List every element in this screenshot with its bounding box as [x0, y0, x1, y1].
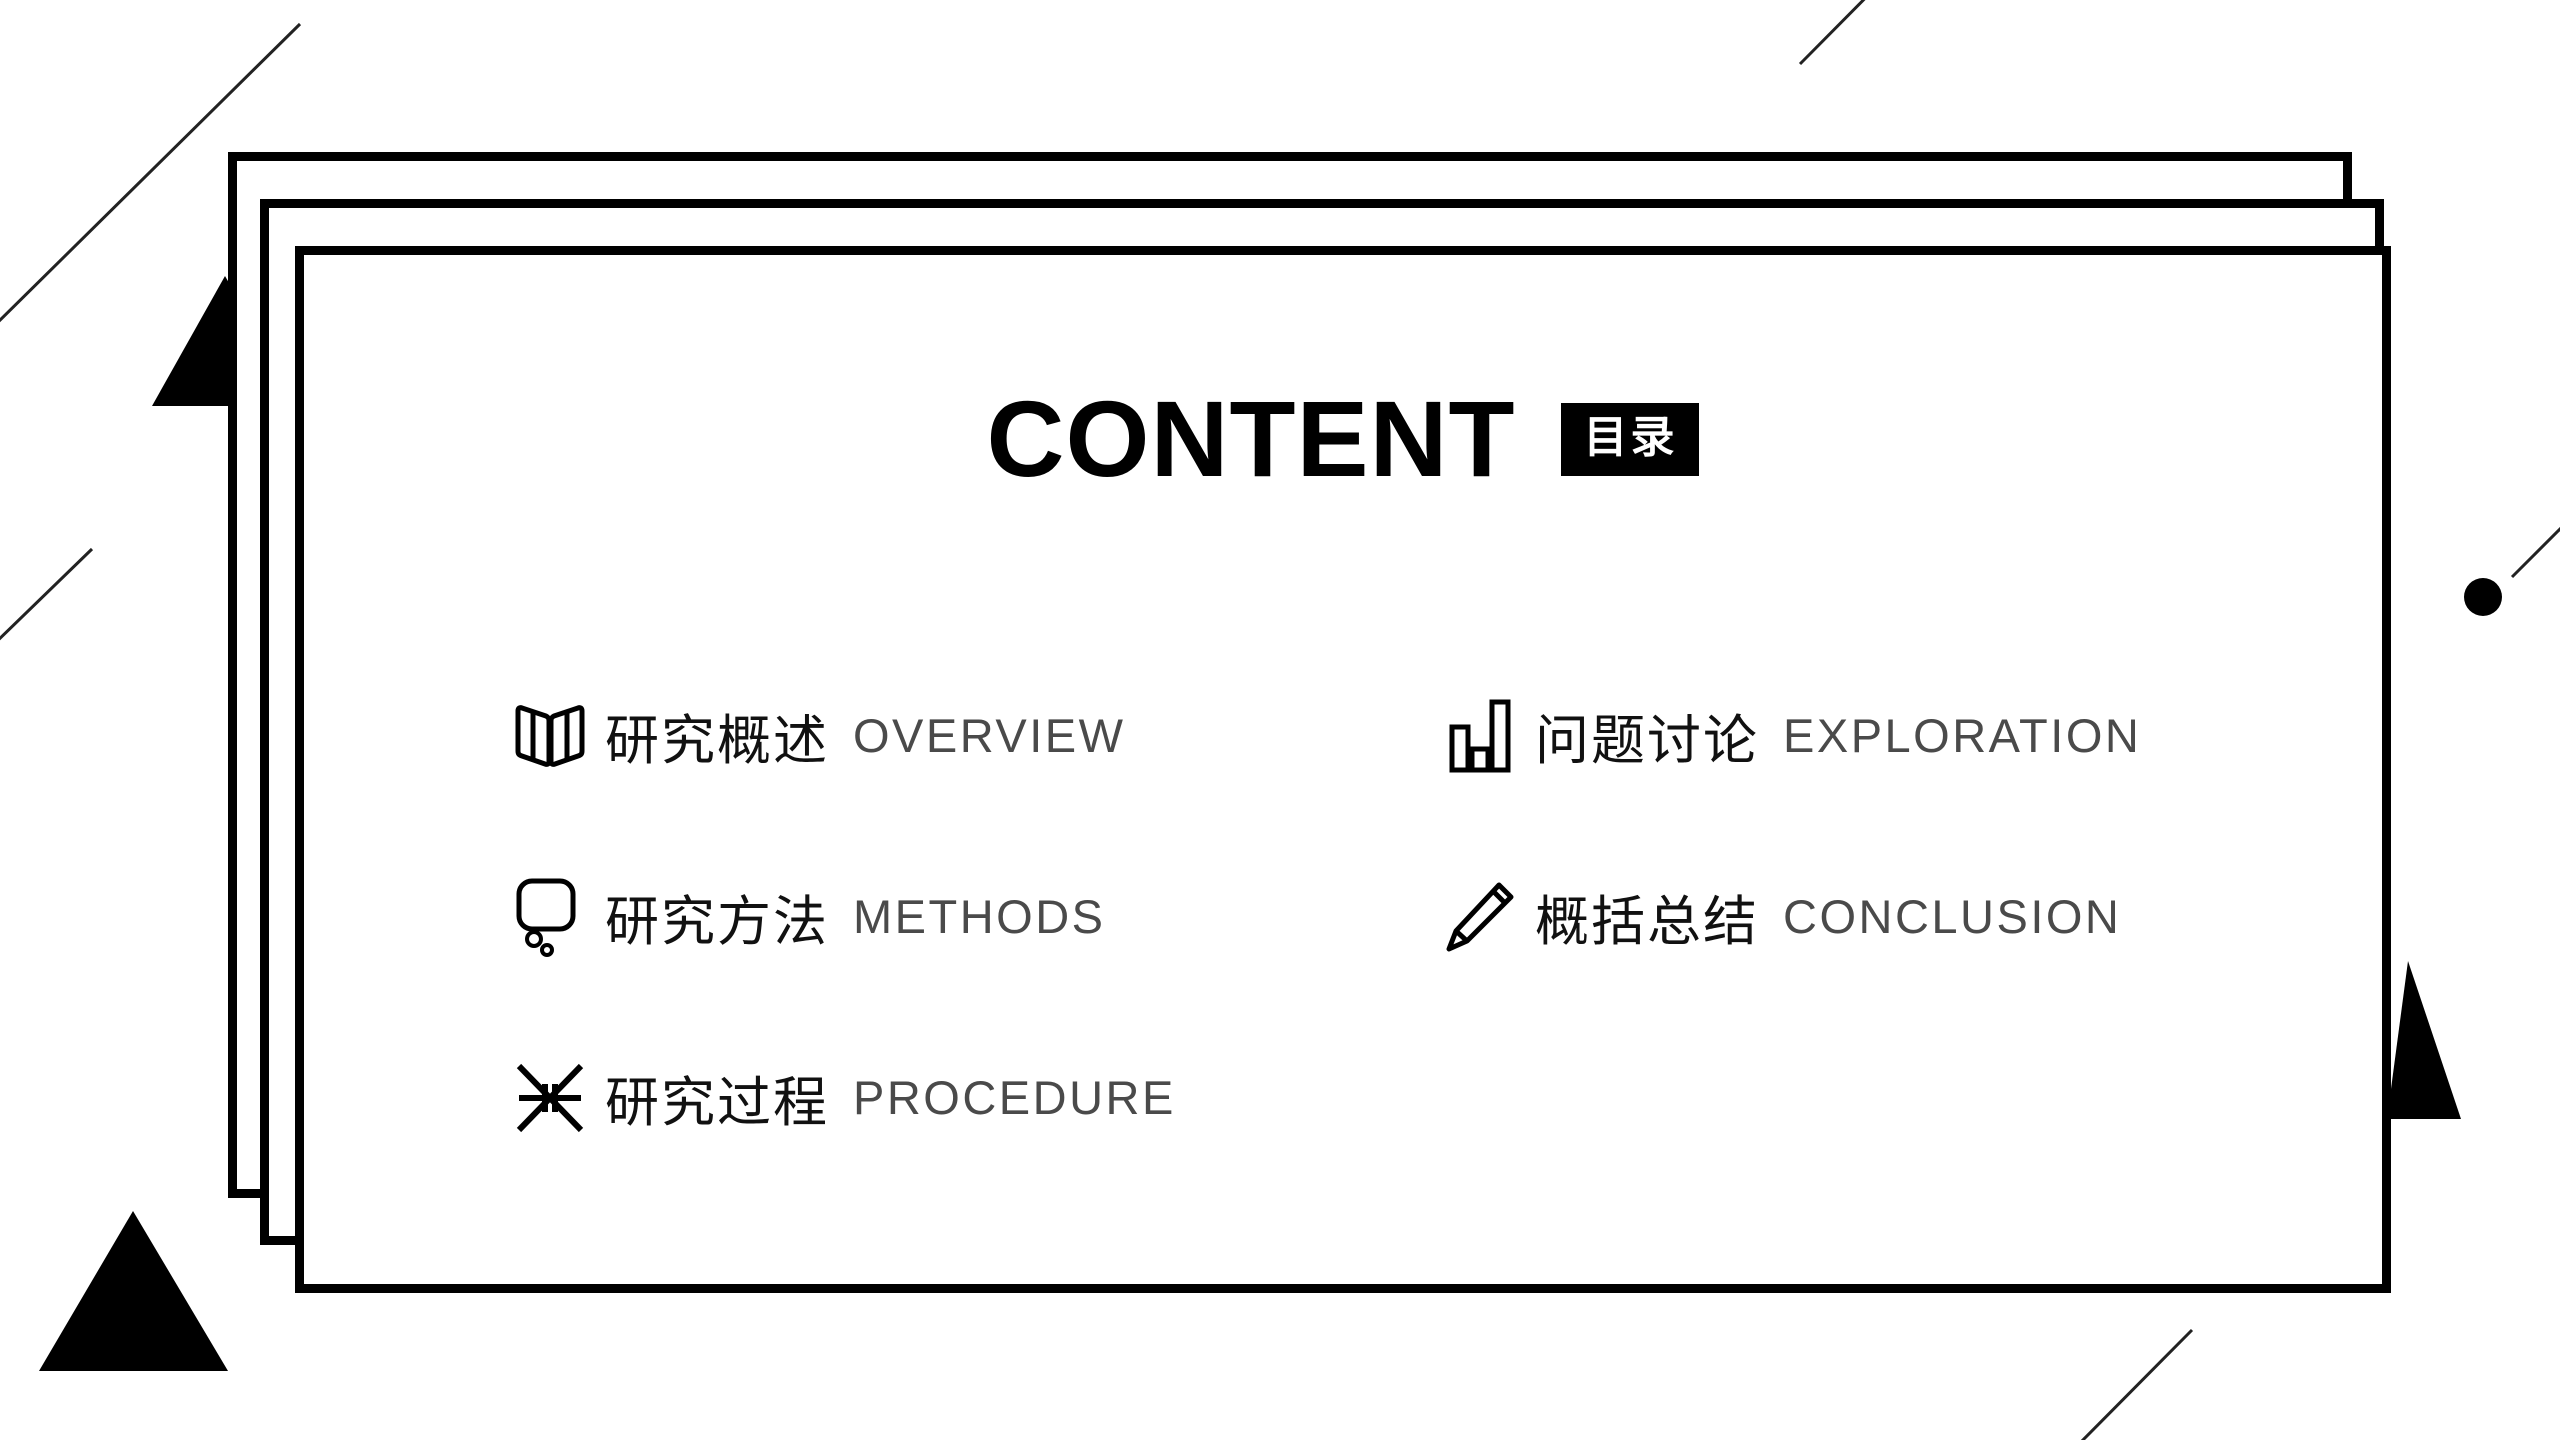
table-of-contents: 研究概述 OVERVIEW 问题讨论 EXPLORATION 研究方法 METH…: [504, 645, 2304, 1188]
bar-chart-icon: [1434, 696, 1526, 776]
diagonal-line-top-right: [1798, 0, 1866, 66]
title-badge: 目录: [1561, 402, 1700, 476]
toc-label-cn: 研究方法: [605, 892, 829, 952]
triangle-right: [2387, 961, 2461, 1119]
diagonal-line-left: [0, 547, 94, 641]
diagonal-line-bottom-right: [2080, 1328, 2194, 1440]
pencil-icon: [1434, 877, 1526, 957]
toc-item-overview[interactable]: 研究概述 OVERVIEW: [504, 645, 1374, 826]
toc-label-cn: 研究过程: [605, 1073, 829, 1133]
toc-item-methods[interactable]: 研究方法 METHODS: [504, 826, 1374, 1007]
collapse-arrows-icon: [504, 1058, 596, 1138]
diagonal-line-right-edge: [2510, 526, 2560, 579]
toc-label-en: EXPLORATION: [1783, 709, 2142, 762]
toc-label-en: CONCLUSION: [1783, 890, 2122, 943]
toc-label-cn: 研究概述: [605, 711, 829, 771]
speech-bubble-icon: [504, 877, 596, 957]
toc-label-en: OVERVIEW: [853, 709, 1126, 762]
page-title: CONTENT: [986, 378, 1516, 499]
triangle-bottom-left: [39, 1211, 228, 1371]
toc-empty-cell: [1434, 1007, 2304, 1188]
toc-label-cn: 问题讨论: [1535, 711, 1759, 771]
toc-item-exploration[interactable]: 问题讨论 EXPLORATION: [1434, 645, 2304, 826]
toc-item-conclusion[interactable]: 概括总结 CONCLUSION: [1434, 826, 2304, 1007]
slide-canvas: CONTENT 目录 研究概述 OVERVIEW 问题讨论 EXPLORATIO…: [0, 0, 2560, 1440]
toc-item-procedure[interactable]: 研究过程 PROCEDURE: [504, 1007, 1374, 1188]
open-book-icon: [504, 696, 596, 776]
toc-label-cn: 概括总结: [1535, 892, 1759, 952]
toc-label-en: PROCEDURE: [853, 1071, 1176, 1124]
page-header: CONTENT 目录: [304, 385, 2382, 493]
toc-label-en: METHODS: [853, 890, 1106, 943]
dot-right: [2464, 578, 2502, 616]
card-frame-front: CONTENT 目录 研究概述 OVERVIEW 问题讨论 EXPLORATIO…: [295, 246, 2391, 1293]
